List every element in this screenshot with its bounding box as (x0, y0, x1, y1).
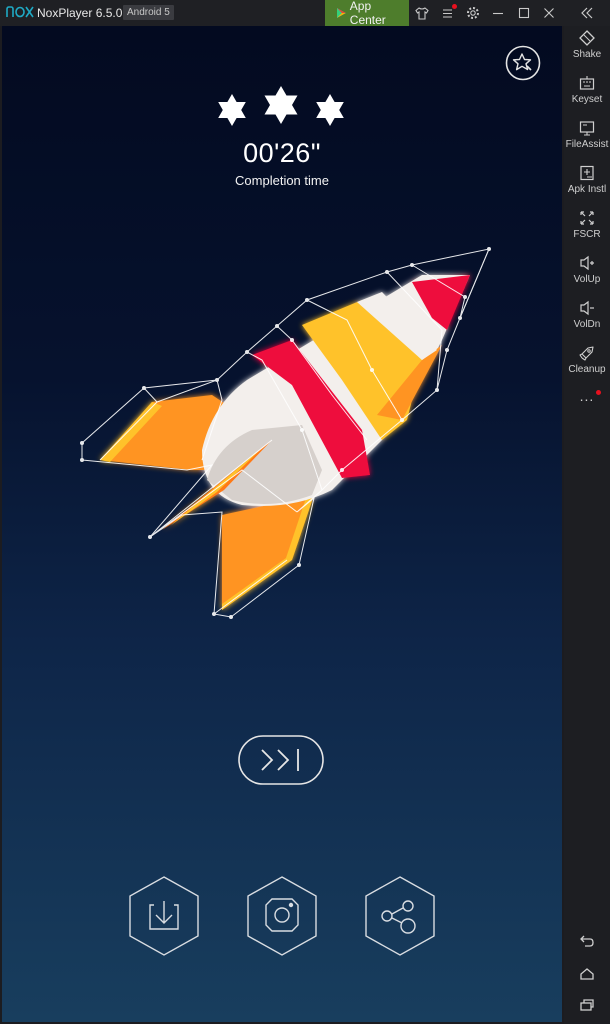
android-version-badge: Android 5 (123, 5, 174, 20)
rocket-icon (579, 346, 594, 361)
home-icon (580, 968, 594, 980)
sidebar-label: Apk Instl (567, 184, 607, 195)
play-store-icon (337, 8, 346, 18)
sidebar-label: Keyset (571, 94, 603, 105)
fullscreen-icon (580, 211, 594, 225)
close-icon[interactable] (540, 4, 558, 22)
instagram-icon (265, 898, 299, 932)
back-icon (580, 935, 594, 947)
menu-icon[interactable] (439, 4, 457, 22)
sidebar-label: FSCR (573, 229, 601, 240)
title-bar: NoxPlayer 6.5.0.0 Android 5 App Center (0, 0, 610, 27)
rocket-illustration (80, 247, 491, 619)
back-button[interactable] (564, 934, 610, 951)
rocket-bottom-fin (222, 495, 314, 610)
sidebar-item-shake[interactable]: Shake (564, 30, 610, 60)
apk-install-icon (580, 165, 594, 181)
sidebar-item-fileassist[interactable]: FileAssist (564, 120, 610, 150)
theme-shirt-icon[interactable] (413, 4, 431, 22)
share-button[interactable] (364, 875, 436, 957)
volume-up-icon (580, 255, 594, 271)
volume-down-icon (580, 300, 594, 316)
share-icon (381, 900, 416, 934)
sidebar-label: Shake (572, 49, 602, 60)
skip-next-icon (238, 735, 324, 785)
notification-dot (596, 390, 601, 395)
maximize-icon[interactable] (515, 4, 533, 22)
more-icon: ... (579, 388, 595, 404)
app-center-label: App Center (349, 0, 386, 27)
sidebar-item-apk-install[interactable]: Apk Instl (564, 165, 610, 195)
more-button[interactable]: ... (564, 388, 610, 404)
android-screen: 00'26" Completion time (2, 26, 562, 1022)
sidebar-label: Cleanup (568, 364, 606, 375)
recent-apps-button[interactable] (564, 998, 610, 1015)
recent-apps-icon (580, 999, 594, 1011)
sidebar-label: VolUp (573, 274, 601, 285)
sidebar-item-keyset[interactable]: Keyset (564, 75, 610, 105)
instagram-share-button[interactable] (246, 875, 318, 957)
sidebar-item-volume-up[interactable]: VolUp (564, 255, 610, 285)
download-icon (149, 901, 179, 930)
sidebar-item-volume-down[interactable]: VolDn (564, 300, 610, 330)
sidebar-label: VolDn (573, 319, 601, 330)
shake-icon (579, 30, 595, 46)
settings-gear-icon[interactable] (464, 4, 482, 22)
sidebar-label: FileAssist (565, 139, 609, 150)
home-button[interactable] (564, 967, 610, 984)
skip-next-button[interactable] (238, 735, 324, 785)
app-title: NoxPlayer 6.5.0.0 (37, 6, 133, 20)
nox-logo-icon (6, 6, 34, 18)
notification-dot (452, 4, 457, 9)
save-download-button[interactable] (128, 875, 200, 957)
keyboard-icon (579, 76, 595, 90)
sidebar-item-fullscreen[interactable]: FSCR (564, 210, 610, 240)
emulator-sidebar: Shake Keyset FileAssist Apk Instl FSCR V… (564, 26, 610, 1024)
minimize-icon[interactable] (489, 4, 507, 22)
collapse-sidebar-icon[interactable] (578, 4, 596, 22)
sidebar-item-cleanup[interactable]: Cleanup (564, 345, 610, 375)
app-center-button[interactable]: App Center (325, 0, 409, 27)
monitor-icon (579, 121, 595, 136)
